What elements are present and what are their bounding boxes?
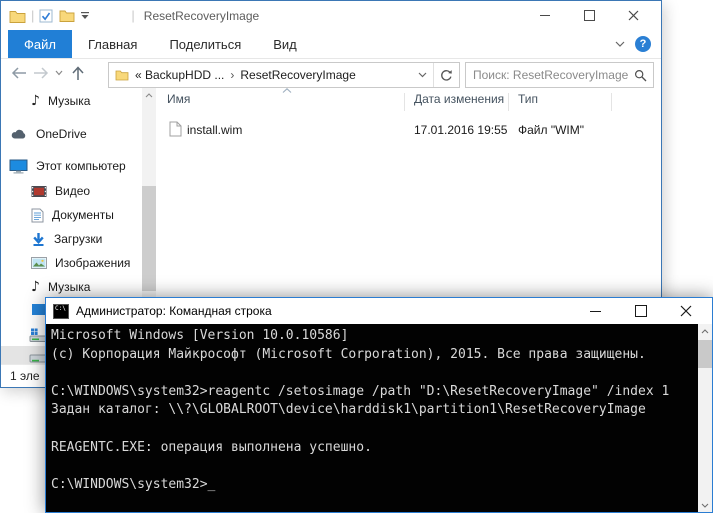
column-separator[interactable] <box>404 93 405 111</box>
tab-share[interactable]: Поделиться <box>153 30 257 58</box>
back-icon[interactable] <box>11 66 27 80</box>
cloud-icon <box>10 128 28 140</box>
sidebar-item-videos[interactable]: Видео <box>31 180 90 202</box>
column-header-type[interactable]: Тип <box>518 92 538 106</box>
sort-ascending-icon <box>282 88 292 93</box>
tab-file[interactable]: Файл <box>8 30 72 58</box>
close-icon <box>680 305 692 317</box>
scroll-up-icon[interactable] <box>142 88 156 102</box>
tab-home[interactable]: Главная <box>72 30 153 58</box>
window-title: ResetRecoveryImage <box>144 9 259 23</box>
sidebar-item-music-2[interactable]: ♪ Музыка <box>31 276 90 298</box>
film-icon <box>31 185 47 198</box>
explorer-titlebar: | | ResetRecoveryImage <box>1 1 661 30</box>
refresh-icon[interactable] <box>440 69 453 82</box>
breadcrumb-current[interactable]: ResetRecoveryImage <box>240 68 355 82</box>
folder-icon <box>9 9 26 23</box>
column-separator[interactable] <box>611 93 612 111</box>
console-output: Microsoft Windows [Version 10.0.10586] (… <box>46 324 698 512</box>
console-line: Microsoft Windows [Version 10.0.10586] <box>51 327 698 346</box>
address-divider <box>433 63 434 87</box>
console-prompt: C:\WINDOWS\system32> <box>51 477 208 492</box>
sidebar-item-onedrive[interactable]: OneDrive <box>10 123 87 145</box>
quick-access-toolbar <box>39 9 89 23</box>
cmd-minimize-button[interactable] <box>573 298 618 324</box>
maximize-icon <box>635 305 647 317</box>
sidebar-item-documents[interactable]: Документы <box>31 204 114 226</box>
minimize-button[interactable] <box>523 1 567 30</box>
breadcrumb-root[interactable]: « BackupHDD ... <box>135 68 224 82</box>
console-cursor: _ <box>208 477 216 492</box>
document-icon <box>31 208 44 223</box>
cmd-titlebar: C:\ Администратор: Командная строка <box>46 298 712 324</box>
breadcrumb-separator: › <box>230 68 234 82</box>
music-note-icon: ♪ <box>31 93 40 109</box>
forward-icon[interactable] <box>33 66 49 80</box>
computer-icon <box>9 159 28 174</box>
file-icon <box>169 121 182 137</box>
music-note-icon: ♪ <box>31 279 40 295</box>
titlebar-separator: | <box>131 8 134 23</box>
address-folder-icon <box>115 69 129 81</box>
cmd-maximize-button[interactable] <box>618 298 663 324</box>
search-input[interactable]: Поиск: ResetRecoveryImage <box>465 62 654 88</box>
console-line: Задан каталог: \\?\GLOBALROOT\device\har… <box>51 401 698 420</box>
cmd-window-title: Администратор: Командная строка <box>76 304 272 318</box>
sidebar-item-music[interactable]: ♪ Музыка <box>31 90 90 112</box>
ribbon: Файл Главная Поделиться Вид ? <box>1 30 661 59</box>
address-dropdown-icon[interactable] <box>418 72 427 78</box>
sidebar-item-pictures[interactable]: Изображения <box>31 252 130 274</box>
maximize-button[interactable] <box>567 1 611 30</box>
close-button[interactable] <box>611 1 655 30</box>
console-scrollbar[interactable] <box>698 324 712 512</box>
sidebar-scrollbar-thumb[interactable] <box>142 186 156 291</box>
file-modified: 17.01.2016 19:55 <box>414 123 507 137</box>
search-icon[interactable] <box>634 69 647 82</box>
scroll-up-icon[interactable] <box>698 324 712 338</box>
download-arrow-icon <box>31 232 46 247</box>
new-folder-icon[interactable] <box>59 9 75 22</box>
console-line <box>51 457 698 476</box>
scroll-down-icon[interactable] <box>698 498 712 512</box>
console-line <box>51 420 698 439</box>
picture-icon <box>31 257 47 269</box>
cmd-window: C:\ Администратор: Командная строка Micr… <box>45 297 713 513</box>
console-line: (c) Корпорация Майкрософт (Microsoft Cor… <box>51 346 698 365</box>
minimize-icon <box>540 15 550 16</box>
console-line <box>51 364 698 383</box>
file-name: install.wim <box>187 123 242 137</box>
qat-customize-icon[interactable] <box>81 12 89 20</box>
sidebar-item-downloads[interactable]: Загрузки <box>31 228 102 250</box>
up-icon[interactable] <box>71 66 85 81</box>
titlebar-separator: | <box>31 8 34 23</box>
address-bar[interactable]: « BackupHDD ... › ResetRecoveryImage <box>108 62 460 88</box>
column-separator[interactable] <box>508 93 509 111</box>
ribbon-expand-icon[interactable] <box>615 41 625 47</box>
column-header-modified[interactable]: Дата изменения <box>414 92 504 106</box>
file-type: Файл "WIM" <box>518 123 584 137</box>
cmd-icon: C:\ <box>53 304 69 319</box>
close-icon <box>628 10 639 21</box>
cmd-close-button[interactable] <box>663 298 708 324</box>
search-placeholder: Поиск: ResetRecoveryImage <box>473 68 628 82</box>
tab-view[interactable]: Вид <box>257 30 313 58</box>
console-line: REAGENTC.EXE: операция выполнена успешно… <box>51 439 698 458</box>
file-row-install-wim[interactable]: install.wim 17.01.2016 19:55 Файл "WIM" <box>158 119 661 141</box>
console-prompt-line: C:\WINDOWS\system32>_ <box>51 476 698 495</box>
maximize-icon <box>584 10 595 21</box>
properties-check-icon[interactable] <box>39 9 53 23</box>
column-header-name[interactable]: Имя <box>167 92 190 106</box>
sidebar-item-this-pc[interactable]: Этот компьютер <box>9 155 126 177</box>
minimize-icon <box>590 311 601 312</box>
navigation-bar: « BackupHDD ... › ResetRecoveryImage Пои… <box>1 59 661 90</box>
item-count: 1 эле <box>10 369 40 383</box>
help-icon[interactable]: ? <box>635 36 651 52</box>
recent-locations-icon[interactable] <box>55 70 63 76</box>
console-scrollbar-thumb[interactable] <box>698 340 712 368</box>
console-line: C:\WINDOWS\system32>reagentc /setosimage… <box>51 383 698 402</box>
